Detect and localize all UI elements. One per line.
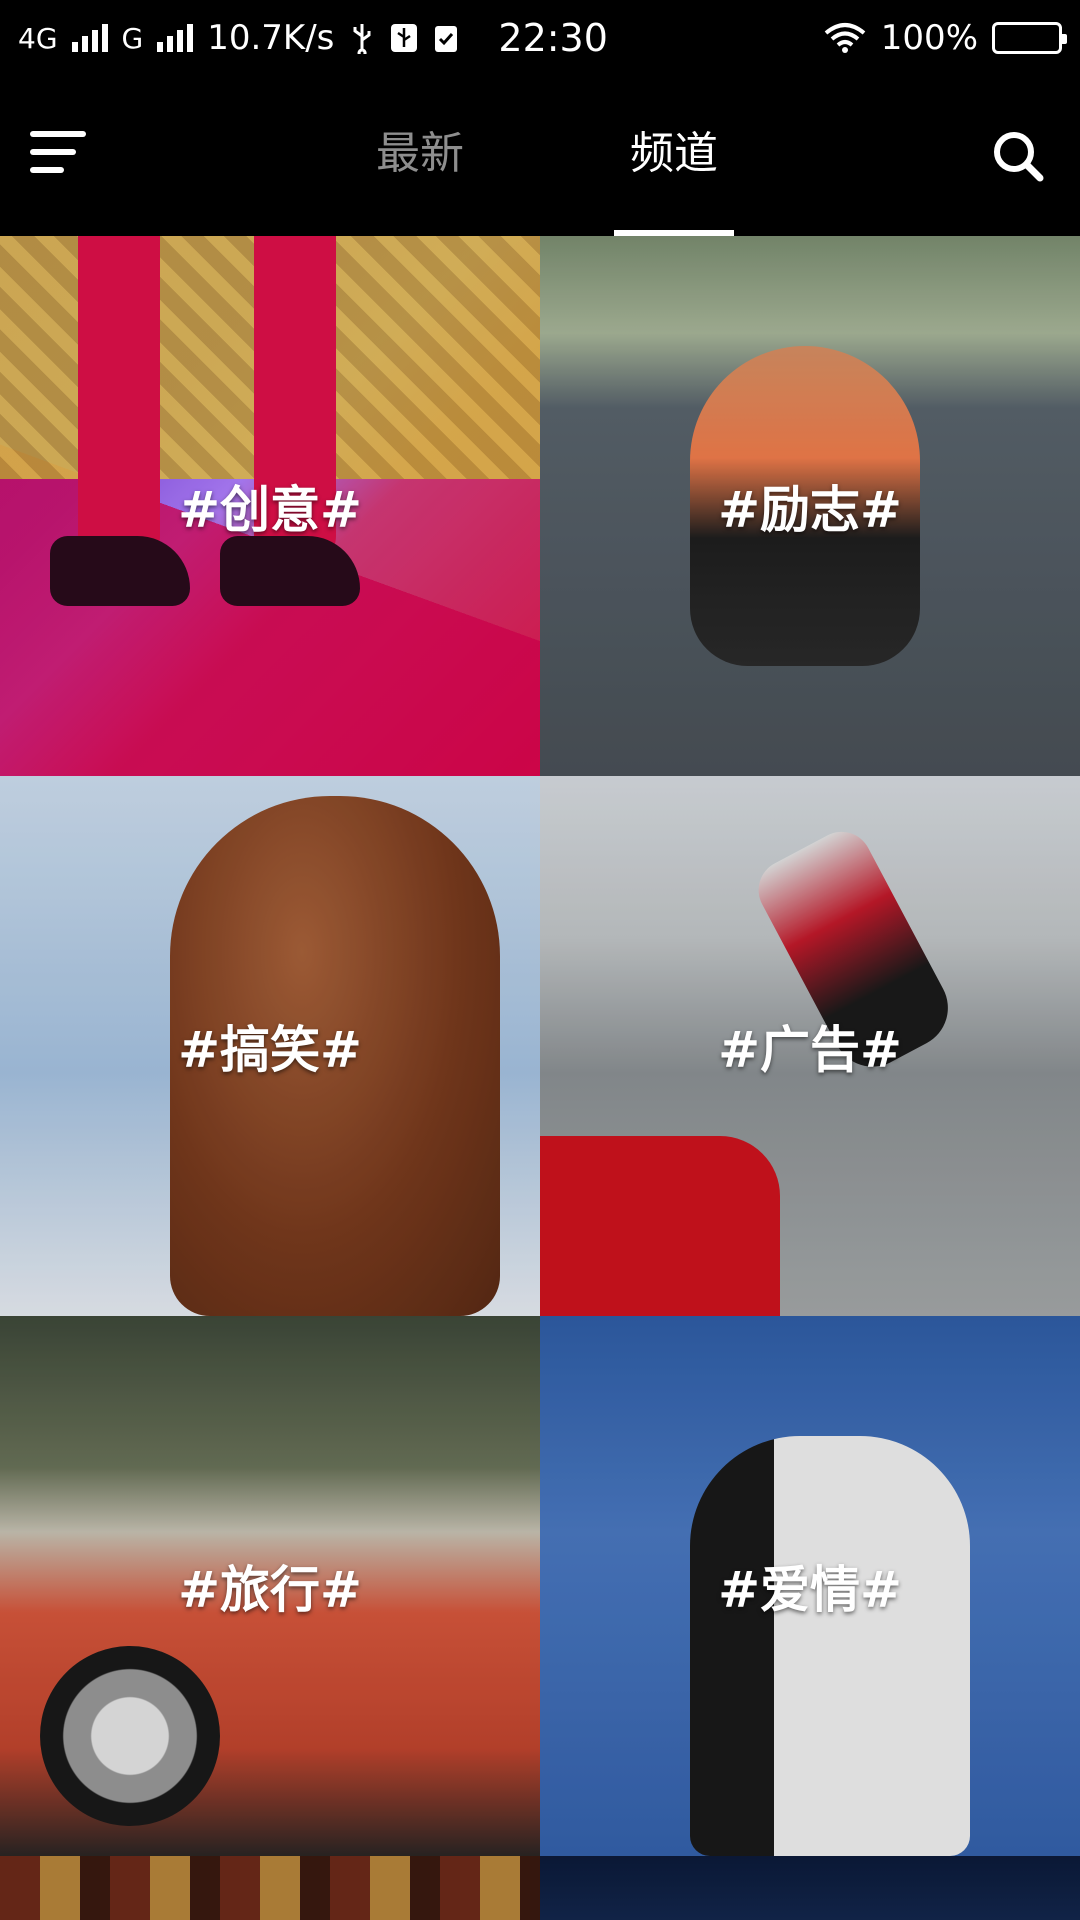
channel-tile-partial[interactable] [0, 1856, 540, 1920]
channel-tile-inspire[interactable]: #励志# [540, 236, 1080, 776]
channel-tile-ad[interactable]: #广告# [540, 776, 1080, 1316]
menu-icon[interactable] [30, 129, 88, 175]
channel-grid: #创意# #励志# #搞笑# #广告# #旅行# #爱情# [0, 236, 1080, 1920]
channel-label: #爱情# [718, 1561, 902, 1619]
channel-label: #广告# [718, 1021, 902, 1079]
signal-icon [157, 24, 194, 52]
signal-icon [71, 24, 108, 52]
usb-debug-icon [390, 22, 418, 54]
app-screen: 4G G 10.7K/s 22:30 100% 最新 频道 #创意# #励志# … [0, 0, 1080, 1920]
channel-label: #搞笑# [178, 1021, 362, 1079]
status-bar: 4G G 10.7K/s 22:30 100% [0, 0, 1080, 76]
top-navigation: 最新 频道 [0, 76, 1080, 236]
network-speed: 10.7K/s [207, 18, 335, 58]
wifi-icon [823, 22, 867, 54]
battery-icon [992, 22, 1067, 54]
network-type-1: 4G [18, 21, 58, 55]
usb-icon [348, 22, 376, 54]
channel-tile-partial[interactable] [540, 1856, 1080, 1920]
search-icon[interactable] [990, 128, 1046, 184]
channel-label: #创意# [178, 481, 362, 539]
tab-channels[interactable]: 频道 [630, 124, 718, 184]
channel-image [0, 1856, 540, 1920]
clipboard-check-icon [432, 22, 460, 54]
channel-tile-creative[interactable]: #创意# [0, 236, 540, 776]
channel-tile-funny[interactable]: #搞笑# [0, 776, 540, 1316]
channel-label: #旅行# [178, 1561, 362, 1619]
status-left: 4G G 10.7K/s 22:30 [18, 16, 608, 60]
channel-tile-travel[interactable]: #旅行# [0, 1316, 540, 1856]
clock-time: 22:30 [498, 16, 608, 60]
channel-image [540, 1856, 1080, 1920]
network-type-2: G [121, 21, 144, 55]
channel-label: #励志# [718, 481, 902, 539]
status-right: 100% [823, 18, 1067, 58]
channel-tile-love[interactable]: #爱情# [540, 1316, 1080, 1856]
tab-latest[interactable]: 最新 [376, 124, 464, 184]
battery-percent: 100% [880, 18, 978, 58]
